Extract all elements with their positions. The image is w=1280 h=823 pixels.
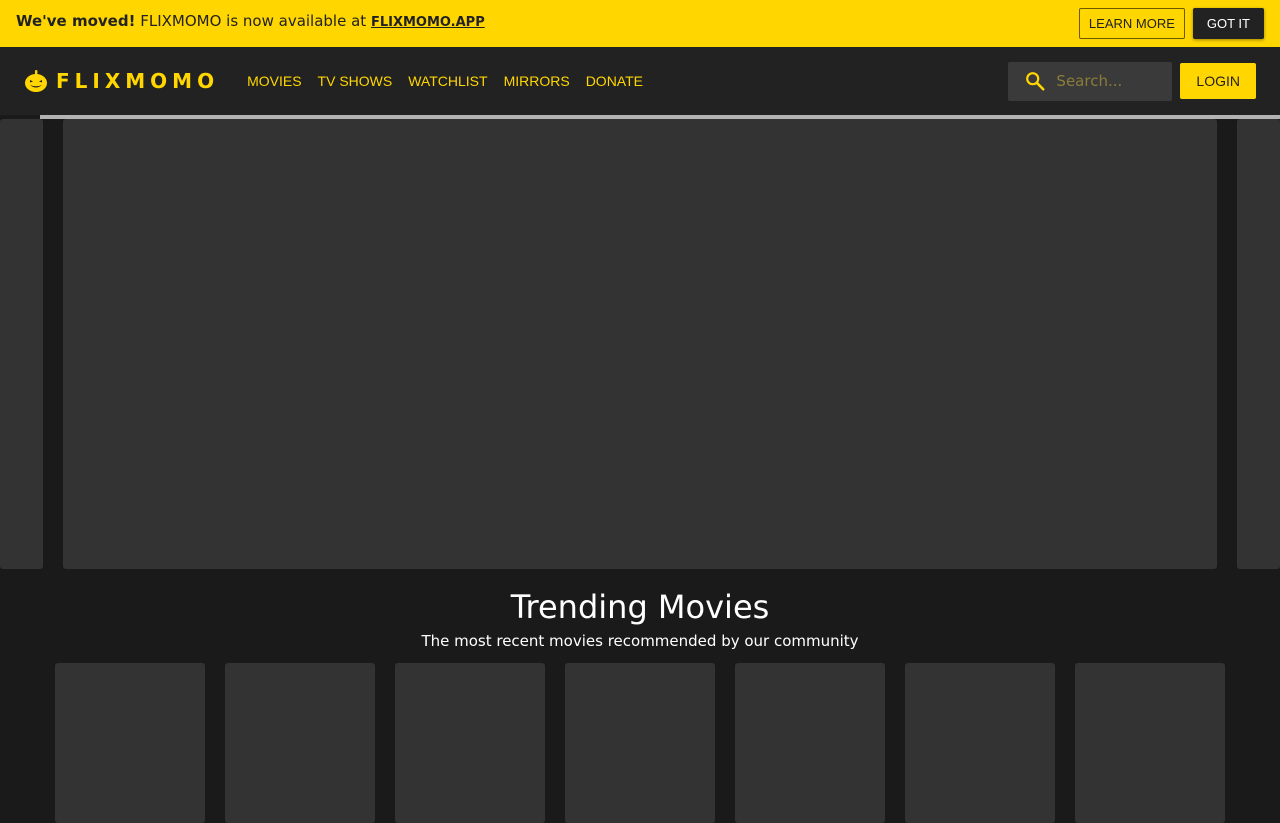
movie-card[interactable] xyxy=(735,663,885,823)
carousel-main-slide[interactable] xyxy=(63,119,1217,569)
announcement-banner: We've moved! FLIXMOMO is now available a… xyxy=(0,0,1280,47)
nav-links: MOVIES TV SHOWS WATCHLIST MIRRORS DONATE xyxy=(247,73,643,89)
nav-link-donate[interactable]: DONATE xyxy=(586,73,643,89)
login-button[interactable]: LOGIN xyxy=(1180,63,1256,99)
carousel-prev-slide[interactable] xyxy=(0,119,43,569)
movie-card[interactable] xyxy=(1075,663,1225,823)
got-it-button[interactable]: GOT IT xyxy=(1192,8,1264,39)
nav-link-mirrors[interactable]: MIRRORS xyxy=(504,73,570,89)
movie-card[interactable] xyxy=(55,663,205,823)
logo-text: FLIXMOMO xyxy=(56,69,220,93)
carousel-next-slide[interactable] xyxy=(1237,119,1280,569)
movie-card[interactable] xyxy=(225,663,375,823)
search-input[interactable] xyxy=(1056,72,1157,90)
nav-link-movies[interactable]: MOVIES xyxy=(247,73,301,89)
movie-card[interactable] xyxy=(565,663,715,823)
nav-link-tv-shows[interactable]: TV SHOWS xyxy=(318,73,393,89)
banner-bold-text: We've moved! xyxy=(16,12,136,30)
nav-link-watchlist[interactable]: WATCHLIST xyxy=(408,73,487,89)
movie-card[interactable] xyxy=(395,663,545,823)
pumpkin-icon xyxy=(25,70,47,92)
nav-right: LOGIN xyxy=(1008,61,1256,101)
search-box[interactable] xyxy=(1008,61,1173,101)
banner-message: We've moved! FLIXMOMO is now available a… xyxy=(16,12,485,30)
search-icon xyxy=(1026,72,1045,91)
banner-text: FLIXMOMO is now available at xyxy=(140,12,367,30)
banner-actions: LEARN MORE GOT IT xyxy=(1078,8,1264,39)
movie-card[interactable] xyxy=(905,663,1055,823)
banner-link[interactable]: FLIXMOMO.APP xyxy=(371,15,485,30)
trending-title: Trending Movies xyxy=(510,588,770,626)
logo[interactable]: FLIXMOMO xyxy=(24,69,219,93)
trending-movie-list xyxy=(55,663,1225,823)
navbar: FLIXMOMO MOVIES TV SHOWS WATCHLIST MIRRO… xyxy=(0,47,1280,115)
trending-subtitle: The most recent movies recommended by ou… xyxy=(421,632,859,650)
learn-more-button[interactable]: LEARN MORE xyxy=(1078,8,1185,39)
